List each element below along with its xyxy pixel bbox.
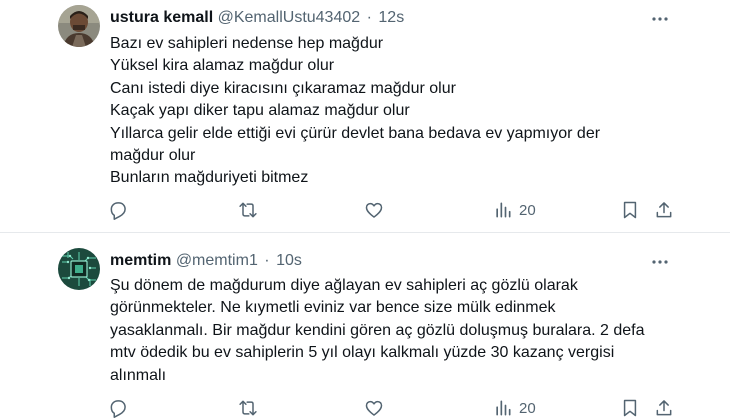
author-handle[interactable]: @KemallUstu43402 — [218, 9, 361, 26]
tweet-text-line: Kaçak yapı diker tapu alamaz mağdur olur — [110, 102, 410, 120]
tweet-text-line: görünmekteler. Ne kıymetli eviniz var be… — [110, 299, 556, 317]
tweet-text-line: Şu dönem de mağdurum diye ağlayan ev sah… — [110, 277, 578, 294]
tweet[interactable]: memtim @memtim1 · 10s Şu dönem de mağdur… — [0, 233, 730, 420]
avatar[interactable] — [58, 5, 100, 47]
avatar[interactable] — [58, 248, 100, 290]
more-icon[interactable] — [650, 252, 670, 272]
tweet-text-line: Bunların mağduriyeti bitmez — [110, 169, 309, 187]
views-icon[interactable]: 20 — [493, 397, 536, 419]
tweet-text-line: yasaklanmalı. Bir mağdur kendini gören a… — [110, 321, 645, 339]
man-photo-avatar-icon — [58, 5, 100, 47]
retweet-icon[interactable] — [238, 199, 258, 221]
like-icon[interactable] — [364, 199, 384, 221]
separator: · — [366, 9, 372, 26]
reply-icon[interactable] — [108, 397, 128, 419]
view-count: 20 — [519, 201, 536, 219]
tweet[interactable]: ustura kemall @KemallUstu43402 · 12s Baz… — [0, 0, 730, 232]
tweet-text: Şu dönem de mağdurum diye ağlayan ev sah… — [110, 275, 645, 387]
timestamp[interactable]: 10s — [276, 252, 302, 269]
author-name[interactable]: ustura kemall — [110, 9, 213, 26]
timestamp[interactable]: 12s — [378, 9, 404, 26]
tweet-text-line: Bazı ev sahipleri nedense hep mağdur — [110, 35, 384, 52]
author-name[interactable]: memtim — [110, 252, 171, 269]
share-icon[interactable] — [654, 397, 674, 419]
separator: · — [264, 252, 270, 269]
tweet-text-line: Yüksel kira alamaz mağdur olur — [110, 57, 335, 75]
bookmark-icon[interactable] — [620, 199, 640, 221]
view-count: 20 — [519, 399, 536, 417]
tweet-actions: 20 — [0, 199, 730, 221]
tweet-header: ustura kemall @KemallUstu43402 · 12s — [110, 8, 404, 28]
share-icon[interactable] — [654, 199, 674, 221]
tweet-actions: 20 — [0, 397, 730, 419]
tweet-text-line: mağdur olur — [110, 147, 196, 165]
tweet-text-line: Yıllarca gelir elde ettiği evi çürür dev… — [110, 124, 601, 142]
more-icon[interactable] — [650, 9, 670, 29]
tweet-text-line: Canı istedi diye kiracısını çıkaramaz ma… — [110, 79, 456, 97]
reply-icon[interactable] — [108, 199, 128, 221]
tweet-text-line: alınmalı — [110, 366, 167, 384]
like-icon[interactable] — [364, 397, 384, 419]
tweet-text: Bazı ev sahipleri nedense hep mağdur Yük… — [110, 33, 670, 190]
views-icon[interactable]: 20 — [493, 199, 536, 221]
author-handle[interactable]: @memtim1 — [176, 252, 258, 269]
tweet-header: memtim @memtim1 · 10s — [110, 251, 302, 271]
tweet-text-line: mtv ödedik bu ev sahiplerin 5 yıl olayı … — [110, 344, 615, 362]
circuit-chip-avatar-icon — [58, 248, 100, 290]
bookmark-icon[interactable] — [620, 397, 640, 419]
retweet-icon[interactable] — [238, 397, 258, 419]
